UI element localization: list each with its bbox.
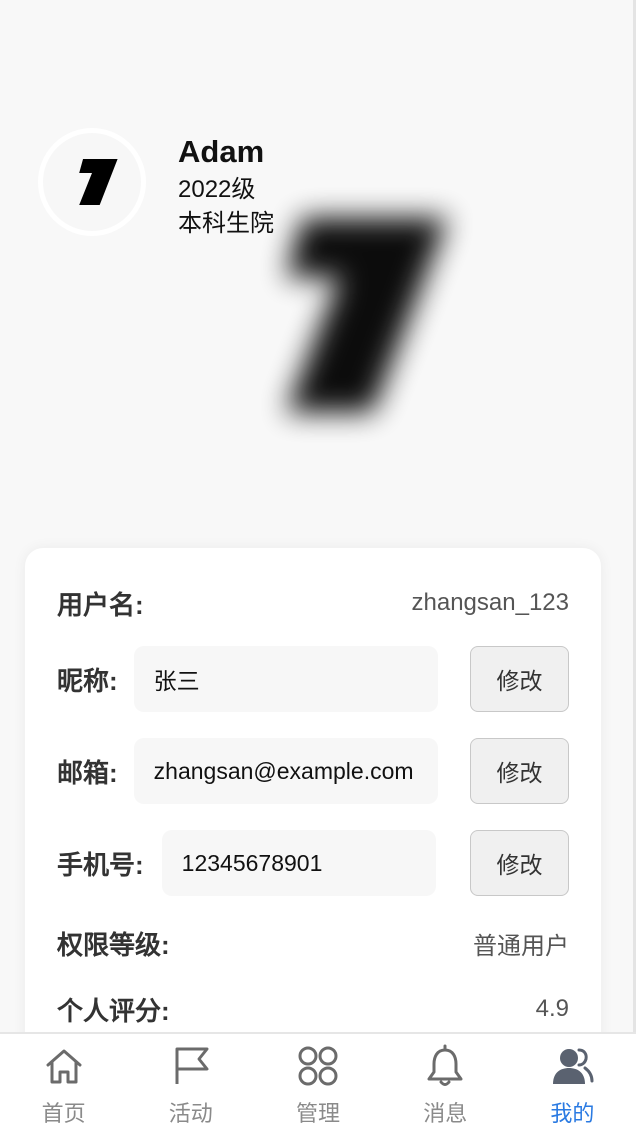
tab-home-label: 首页 xyxy=(41,1101,86,1126)
edit-email-button[interactable]: 修改 xyxy=(470,738,569,804)
user-info-card: 用户名: zhangsan_123 昵称: 张三 修改 邮箱: zhangsan… xyxy=(25,548,601,1068)
tab-activity-label: 活动 xyxy=(168,1101,213,1126)
permission-label: 权限等级: xyxy=(57,929,170,960)
email-label: 邮箱: xyxy=(57,757,118,788)
rating-row: 个人评分: 4.9 xyxy=(57,990,569,1028)
phone-input[interactable]: 12345678901 xyxy=(161,830,436,896)
nickname-label: 昵称: xyxy=(57,665,118,696)
rating-label: 个人评分: xyxy=(57,995,170,1026)
permission-row: 权限等级: 普通用户 xyxy=(57,924,569,962)
users-icon xyxy=(553,1048,594,1084)
username-label: 用户名: xyxy=(57,589,144,620)
permission-value: 普通用户 xyxy=(473,932,569,960)
tab-bar: 首页 活动 管理 消息 我的 xyxy=(0,1032,636,1129)
user-college: 本科生院 xyxy=(178,210,274,237)
tab-manage[interactable]: 管理 xyxy=(254,1034,381,1129)
edit-phone-button[interactable]: 修改 xyxy=(470,830,569,896)
avatar[interactable] xyxy=(38,128,146,236)
logo-icon xyxy=(79,158,118,206)
nickname-input[interactable]: 张三 xyxy=(133,646,438,712)
grid-icon xyxy=(298,1046,338,1086)
flag-icon xyxy=(175,1047,209,1084)
username-row: 用户名: zhangsan_123 xyxy=(57,584,569,622)
tab-mine[interactable]: 我的 xyxy=(509,1034,636,1129)
nickname-row: 昵称: 张三 修改 xyxy=(57,646,569,712)
tab-messages-label: 消息 xyxy=(423,1101,468,1126)
email-input[interactable]: zhangsan@example.com xyxy=(133,738,438,804)
tab-activity[interactable]: 活动 xyxy=(127,1034,254,1129)
phone-row: 手机号: 12345678901 修改 xyxy=(57,830,569,896)
edit-nickname-button[interactable]: 修改 xyxy=(470,646,569,712)
tab-manage-label: 管理 xyxy=(296,1101,341,1126)
user-name: Adam xyxy=(178,134,265,169)
bell-icon xyxy=(427,1044,463,1086)
phone-label: 手机号: xyxy=(57,849,144,880)
rating-value: 4.9 xyxy=(535,995,569,1022)
tab-messages[interactable]: 消息 xyxy=(382,1034,509,1129)
email-row: 邮箱: zhangsan@example.com 修改 xyxy=(57,738,569,804)
home-icon xyxy=(46,1049,82,1084)
user-grade: 2022级 xyxy=(178,176,256,203)
tab-home[interactable]: 首页 xyxy=(0,1034,127,1129)
username-value: zhangsan_123 xyxy=(411,589,569,616)
tab-mine-label: 我的 xyxy=(550,1101,595,1126)
